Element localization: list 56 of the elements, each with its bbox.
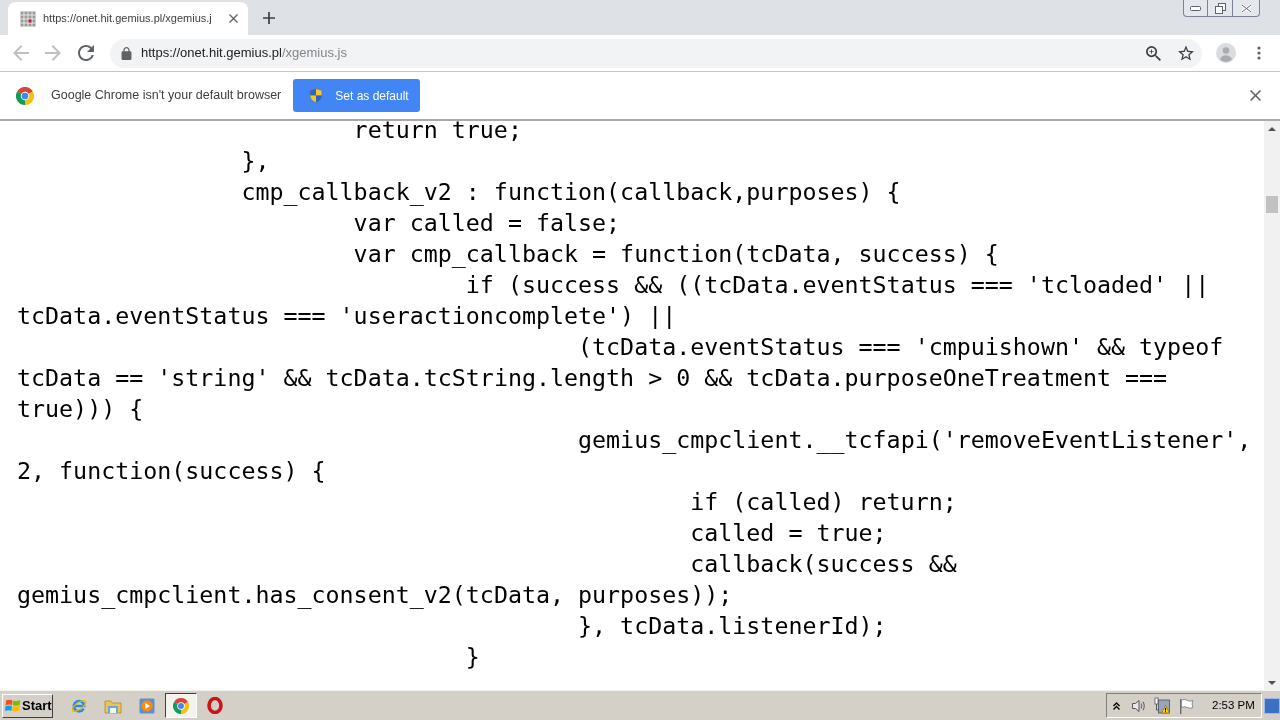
chevron-up-icon[interactable] xyxy=(1113,701,1120,710)
code-line: var called = false; xyxy=(353,208,621,238)
restore-icon xyxy=(1214,2,1226,14)
star-icon[interactable] xyxy=(1178,45,1194,61)
grid-icon xyxy=(20,10,36,27)
code-line: callback(success && xyxy=(690,549,957,579)
zoom-icon[interactable] xyxy=(1146,45,1161,61)
o-logo-icon xyxy=(207,697,223,714)
start-button[interactable]: Start xyxy=(2,693,53,718)
restore-button[interactable] xyxy=(1208,0,1233,17)
scroll-down-icon[interactable] xyxy=(1268,681,1276,685)
folder-icon xyxy=(104,697,122,714)
code-line: cmp_callback_v2 : function(callback,purposes) { xyxy=(241,177,901,207)
flag-icon[interactable] xyxy=(1179,697,1194,714)
lock-icon xyxy=(121,46,132,60)
infobar-message: Google Chrome isn't your default browser xyxy=(51,87,282,105)
chrome-logo-icon xyxy=(16,86,34,105)
code-line: } xyxy=(465,642,480,672)
code-line: called = true; xyxy=(690,518,887,548)
url-text: https://onet.hit.gemius.pl/xgemius.js xyxy=(141,44,347,63)
code-line: (tcData.eventStatus === 'cmpuishown' && typeof xyxy=(578,332,1224,362)
new-tab-icon[interactable] xyxy=(263,12,275,24)
code-line: true))) { xyxy=(17,394,144,424)
set-default-button[interactable]: Set as default xyxy=(293,79,421,112)
code-line: var cmp_callback = function(tcData, success) { xyxy=(353,239,999,269)
minimize-icon xyxy=(1190,5,1201,11)
chrome-logo-icon xyxy=(173,697,189,714)
code-line: gemius_cmpclient.has_consent_v2(tcData, purposes)); xyxy=(17,580,733,610)
minimize-button[interactable] xyxy=(1183,0,1208,17)
code-line: tcData == 'string' && tcData.tcString.length > 0 && tcData.purposeOneTreatment === xyxy=(17,363,1168,393)
scroll-up-icon[interactable] xyxy=(1268,127,1276,131)
code-line: if (success && ((tcData.eventStatus === 'tcloaded' || xyxy=(465,270,1210,300)
taskbar-button[interactable] xyxy=(165,693,197,718)
reload-icon[interactable] xyxy=(78,45,94,61)
code-line: 2, function(success) { xyxy=(17,456,326,486)
code-line: }, tcData.listenerId); xyxy=(578,611,887,641)
address-bar[interactable]: https://onet.hit.gemius.pl/xgemius.js xyxy=(110,38,1202,68)
play-icon xyxy=(139,697,155,714)
close-icon[interactable] xyxy=(229,14,238,23)
close-icon[interactable] xyxy=(1250,90,1261,101)
shield-icon xyxy=(309,88,324,103)
code-line: if (called) return; xyxy=(690,487,957,517)
code-line: return true; xyxy=(353,121,522,145)
code-line: tcData.eventStatus === 'useractioncomplete') || xyxy=(17,301,677,331)
browser-tab[interactable]: https://onet.hit.gemius.pl/xgemius.j xyxy=(8,2,248,35)
speaker-icon[interactable] xyxy=(1131,697,1147,714)
code-line: gemius_cmpclient.__tcfapi('removeEventListener', xyxy=(578,425,1252,455)
network-warning-icon[interactable] xyxy=(1153,697,1171,714)
close-icon xyxy=(1240,3,1252,13)
close-button[interactable] xyxy=(1233,0,1260,17)
windows-logo-icon xyxy=(5,698,21,713)
code-line: }, xyxy=(241,146,270,176)
menu-icon[interactable] xyxy=(1257,46,1261,60)
show-desktop-button[interactable] xyxy=(1264,697,1280,714)
clock[interactable]: 2:53 PM xyxy=(1212,696,1255,715)
scrollbar-thumb[interactable] xyxy=(1266,196,1278,213)
